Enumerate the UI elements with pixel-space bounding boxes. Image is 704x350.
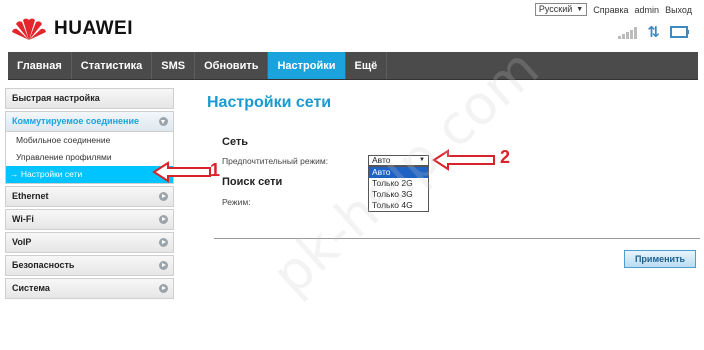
sidebar-item-label: Wi-Fi	[12, 214, 34, 224]
preferred-mode-value: Авто	[372, 155, 391, 165]
main-nav: Главная Статистика SMS Обновить Настройк…	[8, 52, 698, 80]
network-search-section-title: Поиск сети	[222, 176, 283, 188]
dialup-submenu: Мобильное соединение Управление профилям…	[5, 132, 174, 184]
top-links: Русский ▼ Справка admin Выход	[534, 3, 692, 16]
nav-update[interactable]: Обновить	[195, 52, 269, 79]
mode-option-auto[interactable]: Авто	[369, 167, 428, 178]
content-divider	[214, 238, 700, 239]
sidebar-item-quick-setup[interactable]: Быстрая настройка	[5, 88, 174, 109]
username: admin	[634, 4, 660, 15]
mode-option-4g[interactable]: Только 4G	[369, 200, 428, 211]
language-select[interactable]: Русский ▼	[534, 3, 588, 16]
sidebar: Быстрая настройка Коммутируемое соединен…	[5, 88, 174, 301]
sidebar-item-label: Быстрая настройка	[12, 93, 100, 103]
chevron-right-icon	[159, 284, 168, 293]
huawei-flower-icon	[12, 18, 46, 40]
mode-label: Режим:	[222, 197, 251, 207]
mode-option-3g[interactable]: Только 3G	[369, 189, 428, 200]
signal-strength-icon	[618, 27, 638, 39]
sidebar-item-label: Система	[12, 283, 50, 293]
chevron-right-icon	[159, 192, 168, 201]
annotation-arrow-2-icon	[432, 149, 495, 171]
chevron-right-icon	[159, 261, 168, 270]
chevron-down-icon	[159, 117, 168, 126]
annotation-number-1: 1	[210, 160, 221, 180]
sidebar-subitem-mobile-connection[interactable]: Мобильное соединение	[6, 132, 173, 149]
sidebar-item-wifi[interactable]: Wi-Fi	[5, 209, 174, 230]
sidebar-item-ethernet[interactable]: Ethernet	[5, 186, 174, 207]
network-section-title: Сеть	[222, 136, 249, 148]
nav-settings[interactable]: Настройки	[268, 52, 346, 79]
sidebar-item-label: Коммутируемое соединение	[12, 116, 139, 126]
connection-monitor-icon	[670, 26, 690, 40]
chevron-right-icon	[159, 238, 168, 247]
preferred-mode-select[interactable]: Авто ▼	[368, 155, 429, 166]
sidebar-item-security[interactable]: Безопасность	[5, 255, 174, 276]
sidebar-item-label: VoIP	[12, 237, 32, 247]
nav-statistics[interactable]: Статистика	[72, 52, 153, 79]
nav-home[interactable]: Главная	[8, 52, 72, 79]
huawei-logo: HUAWEI	[10, 16, 133, 42]
sidebar-item-voip[interactable]: VoIP	[5, 232, 174, 253]
preferred-mode-label: Предпочтительный режим:	[222, 156, 329, 166]
logout-link[interactable]: Выход	[665, 5, 692, 15]
language-value: Русский	[538, 4, 573, 14]
annotation-number-2: 2	[500, 147, 511, 167]
chevron-right-icon	[159, 215, 168, 224]
sidebar-item-system[interactable]: Система	[5, 278, 174, 299]
help-link[interactable]: Справка	[593, 5, 628, 15]
mode-option-2g[interactable]: Только 2G	[369, 178, 428, 189]
apply-button[interactable]: Применить	[624, 250, 696, 268]
preferred-mode-options: Авто Только 2G Только 3G Только 4G	[368, 166, 429, 212]
chevron-down-icon: ▼	[419, 157, 425, 163]
nav-sms[interactable]: SMS	[152, 52, 196, 79]
logo-text: HUAWEI	[54, 18, 133, 39]
sidebar-subitem-profile-management[interactable]: Управление профилями	[6, 149, 173, 166]
chevron-down-icon: ▼	[576, 6, 584, 13]
page-title: Настройки сети	[207, 94, 332, 111]
annotation-arrow-1-icon	[152, 161, 211, 183]
nav-more[interactable]: Ещё	[346, 52, 388, 79]
sidebar-subitem-network-settings[interactable]: → Настройки сети	[6, 166, 173, 183]
data-transfer-icon: ⇅	[647, 24, 660, 41]
sidebar-item-dialup[interactable]: Коммутируемое соединение	[5, 111, 174, 132]
sidebar-item-label: Ethernet	[12, 191, 49, 201]
status-icons: ⇅	[618, 24, 690, 41]
sidebar-item-label: Безопасность	[12, 260, 75, 270]
